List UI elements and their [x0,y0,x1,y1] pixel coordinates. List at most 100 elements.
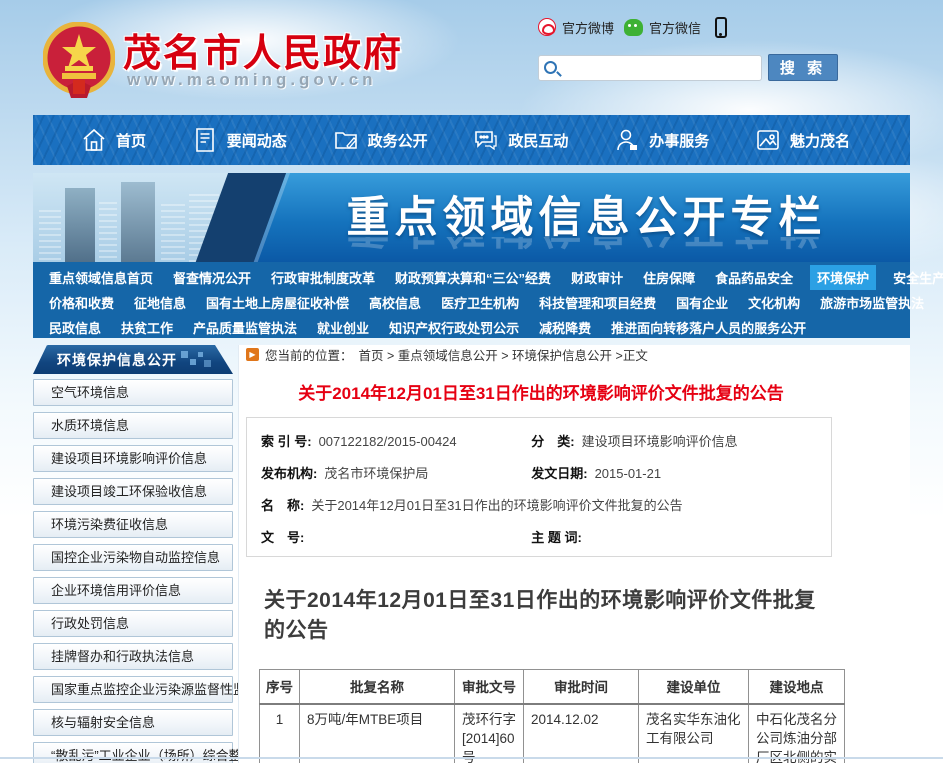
topic-link[interactable]: 高校信息 [366,290,424,315]
sidebar-item[interactable]: 国家重点监控企业污染源监督性监测信息 [33,676,233,703]
banner: 重点领域信息公开专栏 重点领域信息公开专栏 [33,173,910,262]
table-header-cell: 审批时间 [524,670,639,704]
sidebar-item[interactable]: 建设项目环境影响评价信息 [33,445,233,472]
topic-link[interactable]: 知识产权行政处罚公示 [386,315,522,340]
table-cell: 中石化茂名分公司炼油分部厂区北侧的实华北山中转油站内 [749,704,845,763]
site-url: www.maoming.gov.cn [127,70,377,90]
wechat-link[interactable]: 官方微信 [624,18,701,37]
breadcrumb-link[interactable]: 环境保护信息公开 [512,349,612,363]
approvals-table: 序号批复名称审批文号审批时间建设单位建设地点 18万吨/年MTBE项目茂环行字[… [259,669,845,763]
table-header-cell: 审批文号 [455,670,524,704]
breadcrumb-link[interactable]: 正文 [623,349,648,363]
sidebar-item[interactable]: 空气环境信息 [33,379,233,406]
sidebar-item[interactable]: 建设项目竣工环保验收信息 [33,478,233,505]
topic-link[interactable]: 督查情况公开 [170,265,254,290]
topic-link[interactable]: 安全生产 [890,265,943,290]
meta-value: 建设项目环境影响评价信息 [582,434,738,449]
sidebar-item[interactable]: 环境污染费征收信息 [33,511,233,538]
sidebar-item[interactable]: 企业环境信用评价信息 [33,577,233,604]
sidebar-item[interactable]: 核与辐射安全信息 [33,709,233,736]
meta-field: 分 类: 建设项目环境影响评价信息 [531,431,815,450]
nav-item-photo[interactable]: 魅力茂名 [755,127,850,153]
topic-link[interactable]: 民政信息 [46,315,104,340]
topic-link[interactable]: 征地信息 [131,290,189,315]
photo-icon [755,127,781,153]
sidebar-title: 环境保护信息公开 [33,350,177,370]
sidebar-item[interactable]: 水质环境信息 [33,412,233,439]
nav-item-service[interactable]: 办事服务 [614,127,709,153]
sidebar-item[interactable]: “散乱污”工业企业（场所）综合整治信息 [33,742,233,763]
search-icon [544,61,557,74]
table-header-cell: 建设地点 [749,670,845,704]
topic-nav-row: 价格和收费征地信息国有土地上房屋征收补偿高校信息医疗卫生机构科技管理和项目经费国… [39,290,904,315]
wechat-label: 官方微信 [649,18,701,37]
meta-label: 文 号: [261,530,304,545]
social-links: 官方微博 官方微信 [538,16,727,38]
breadcrumb-path: 首页 > 重点领域信息公开 > 环境保护信息公开 >正文 [359,345,648,364]
nav-item-label: 政务公开 [368,130,428,151]
topic-nav: 重点领域信息首页督查情况公开行政审批制度改革财政预算决算和“三公”经费财政审计住… [33,262,910,338]
topic-link[interactable]: 财政预算决算和“三公”经费 [392,265,554,290]
topic-link[interactable]: 重点领域信息首页 [46,265,156,290]
topic-link[interactable]: 就业创业 [314,315,372,340]
topic-link[interactable]: 扶贫工作 [118,315,176,340]
table-cell: 1 [260,704,300,763]
content-title: 关于2014年12月01日至31日作出的环境影响评价文件批复的公告 [246,584,836,644]
topic-link[interactable]: 医疗卫生机构 [438,290,522,315]
weibo-icon [538,18,556,36]
document-meta-box: 索 引 号:007122182/2015-00424分 类:建设项目环境影响评价… [246,417,832,557]
footer-divider [0,757,943,759]
meta-field: 发布机构:茂名市环境保护局 [261,463,531,482]
breadcrumb-link[interactable]: 首页 [359,349,384,363]
sidebar-item[interactable]: 挂牌督办和行政执法信息 [33,643,233,670]
mobile-icon[interactable] [715,17,727,38]
meta-field: 文 号: [261,527,531,546]
meta-field: 名 称:关于2014年12月01日至31日作出的环境影响评价文件批复的公告 [261,495,815,514]
meta-label: 主 题 词: [531,530,582,545]
site-logo[interactable]: 茂名市人民政府 www.maoming.gov.cn [41,18,461,110]
search-input[interactable] [557,58,761,78]
nav-item-label: 政民互动 [508,130,568,151]
topic-link[interactable]: 财政审计 [568,265,626,290]
breadcrumb-link[interactable]: 重点领域信息公开 [398,349,498,363]
table-header-row: 序号批复名称审批文号审批时间建设单位建设地点 [260,670,845,704]
topic-link[interactable]: 科技管理和项目经费 [536,290,659,315]
topic-link[interactable]: 产品质量监管执法 [190,315,300,340]
topic-link[interactable]: 价格和收费 [46,290,117,315]
search-bar: 搜 索 [538,54,838,81]
breadcrumb: ▶ 您当前的位置： 首页 > 重点领域信息公开 > 环境保护信息公开 >正文 [246,345,910,363]
weibo-link[interactable]: 官方微博 [538,18,614,37]
meta-value: 茂名市环境保护局 [324,466,428,481]
topic-link[interactable]: 国有土地上房屋征收补偿 [203,290,352,315]
topic-link[interactable]: 住房保障 [640,265,698,290]
nav-item-folder[interactable]: 政务公开 [333,127,428,153]
breadcrumb-separator: > [498,349,512,363]
article-title: 关于2014年12月01日至31日作出的环境影响评价文件批复的公告 [246,379,836,404]
nav-item-news[interactable]: 要闻动态 [192,127,287,153]
meta-label: 发文日期: [531,466,587,481]
topic-link-active[interactable]: 环境保护 [810,265,876,290]
meta-value: 007122182/2015-00424 [319,434,457,449]
page: 茂名市人民政府 www.maoming.gov.cn 官方微博 官方微信 [0,0,943,763]
site-header: 茂名市人民政府 www.maoming.gov.cn 官方微博 官方微信 [33,0,910,115]
topic-link[interactable]: 旅游市场监管执法 [817,290,927,315]
chat-icon [473,127,499,153]
nav-item-home[interactable]: 首页 [81,127,146,153]
table-row: 18万吨/年MTBE项目茂环行字[2014]60号2014.12.02茂名实华东… [260,704,845,763]
sidebar-item[interactable]: 国控企业污染物自动监控信息 [33,544,233,571]
wechat-icon [624,19,643,36]
topic-link[interactable]: 行政审批制度改革 [268,265,378,290]
sidebar-item[interactable]: 行政处罚信息 [33,610,233,637]
search-button[interactable]: 搜 索 [768,54,838,81]
topic-link[interactable]: 减税降费 [536,315,594,340]
nav-item-chat[interactable]: 政民互动 [473,127,568,153]
breadcrumb-separator: > [384,349,398,363]
folder-icon [333,127,359,153]
topic-link[interactable]: 推进面向转移落户人员的服务公开 [608,315,809,340]
meta-label: 分 类: [531,434,574,449]
nav-item-label: 要闻动态 [227,130,287,151]
topic-link[interactable]: 国有企业 [673,290,731,315]
topic-link[interactable]: 文化机构 [745,290,803,315]
site-name: 茂名市人民政府 [123,22,403,77]
topic-link[interactable]: 食品药品安全 [712,265,796,290]
